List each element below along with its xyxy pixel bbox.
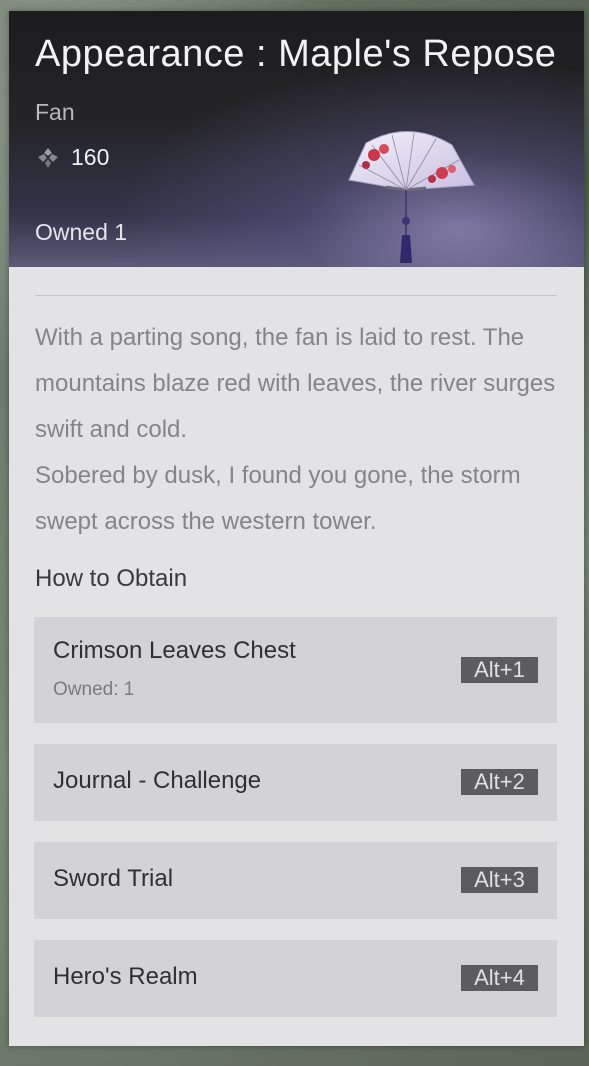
owned-count: Owned 1 bbox=[35, 219, 128, 245]
item-type: Fan bbox=[35, 99, 75, 125]
source-sword-trial[interactable]: Sword Trial Alt+3 bbox=[34, 842, 557, 919]
header-divider bbox=[35, 295, 557, 296]
hotkey-badge: Alt+4 bbox=[461, 965, 538, 991]
item-title: Appearance : Maple's Repose bbox=[35, 33, 557, 75]
description-paragraph: Sobered by dusk, I found you gone, the s… bbox=[35, 462, 521, 535]
folding-fan-icon bbox=[348, 131, 475, 263]
hotkey-badge: Alt+1 bbox=[461, 657, 538, 683]
source-name: Hero's Realm bbox=[53, 963, 198, 990]
jade-currency-icon bbox=[38, 147, 58, 168]
source-crimson-leaves-chest[interactable]: Crimson Leaves Chest Owned: 1 Alt+1 bbox=[34, 617, 557, 723]
hotkey-badge: Alt+3 bbox=[461, 867, 538, 893]
source-owned: Owned: 1 bbox=[53, 679, 135, 700]
how-to-obtain-label: How to Obtain bbox=[35, 565, 188, 592]
source-name: Journal - Challenge bbox=[53, 767, 262, 794]
source-name: Sword Trial bbox=[53, 865, 174, 892]
price-value: 160 bbox=[71, 144, 110, 170]
item-tooltip-card: Appearance : Maple's Repose Fan 160 Owne… bbox=[9, 11, 584, 1046]
description-paragraph: With a parting song, the fan is laid to … bbox=[35, 324, 556, 443]
source-name: Crimson Leaves Chest bbox=[53, 637, 296, 664]
source-journal-challenge[interactable]: Journal - Challenge Alt+2 bbox=[34, 744, 557, 821]
source-heros-realm[interactable]: Hero's Realm Alt+4 bbox=[34, 940, 557, 1017]
item-description: With a parting song, the fan is laid to … bbox=[35, 315, 563, 545]
item-header: Appearance : Maple's Repose Fan 160 Owne… bbox=[9, 11, 584, 267]
item-price: 160 bbox=[35, 144, 109, 171]
hotkey-badge: Alt+2 bbox=[461, 769, 538, 795]
